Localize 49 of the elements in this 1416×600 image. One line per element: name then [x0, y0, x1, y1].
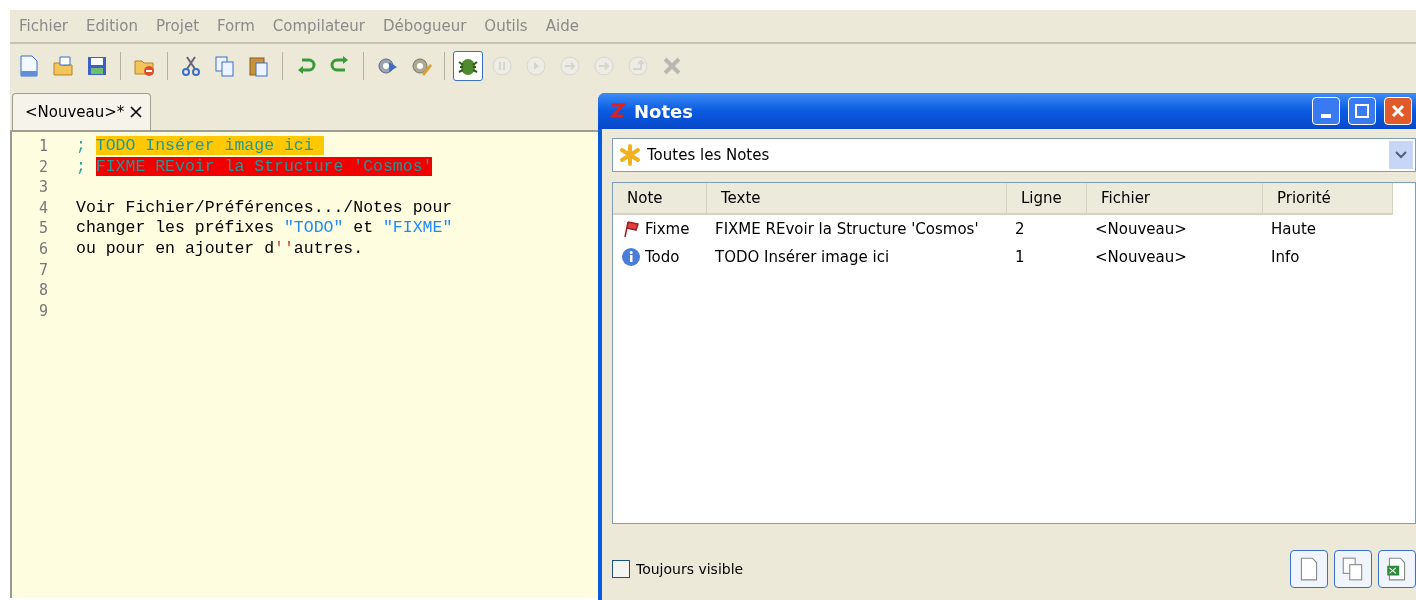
line-number: 7	[37, 259, 48, 281]
column-header[interactable]: Priorité	[1263, 183, 1393, 215]
line-number: 6	[37, 238, 48, 260]
caret-icon	[1395, 151, 1407, 159]
copy-button[interactable]	[1334, 549, 1372, 588]
column-header[interactable]: Ligne	[1007, 183, 1087, 215]
bug-icon[interactable]	[453, 51, 483, 81]
close-button[interactable]	[1384, 97, 1412, 125]
column-header[interactable]: Fichier	[1087, 183, 1263, 215]
table-cell-text: 1	[1014, 247, 1026, 268]
line-number: 4	[37, 197, 48, 219]
line-number: 3	[37, 177, 48, 198]
line-number: 9	[37, 300, 48, 322]
editor-tab[interactable]: <Nouveau>*	[12, 93, 152, 130]
table-cell: Todo	[645, 248, 680, 266]
checkbox[interactable]	[612, 559, 630, 578]
line-number: 2	[37, 156, 48, 178]
line-number: 5	[37, 218, 48, 239]
asterisk-icon	[619, 144, 641, 166]
column-header[interactable]: Texte	[707, 183, 1007, 215]
close-icon	[1391, 104, 1405, 118]
code-line: changer les préfixes "TODO" et "FIXME"	[76, 218, 453, 239]
table-cell-text: Haute	[1270, 219, 1318, 240]
new-button[interactable]	[1290, 549, 1328, 588]
table-cell-text: <Nouveau>	[1094, 219, 1188, 240]
table-cell-text: 2	[1014, 219, 1026, 240]
maximize-icon	[1355, 104, 1369, 118]
maximize-button[interactable]	[1348, 97, 1376, 125]
code-line: Voir Fichier/Préférences.../Notes pour	[76, 197, 453, 219]
table-cell-text: TODO Insérer image ici	[714, 247, 891, 268]
line-number: 1	[37, 136, 48, 157]
code-line: ou pour en ajouter d''autres.	[76, 238, 365, 260]
table-cell-text: <Nouveau>	[1094, 247, 1188, 268]
minimize-icon	[1321, 114, 1331, 118]
close-icon[interactable]	[130, 106, 143, 118]
flag-icon	[621, 219, 641, 239]
table-cell: Fixme	[645, 220, 690, 238]
table-cell-text: FIXME REvoir la Structure 'Cosmos'	[714, 219, 980, 240]
info-icon	[621, 247, 641, 267]
column-header[interactable]: Note	[613, 183, 707, 215]
minimize-button[interactable]	[1312, 97, 1340, 125]
line-number: 8	[37, 280, 48, 301]
checkbox-label[interactable]: Toujours visible	[636, 560, 744, 577]
app-logo-icon	[608, 102, 626, 120]
window-title: Notes	[634, 100, 694, 122]
filter-dropdown[interactable]: Toutes les Notes	[612, 138, 1416, 172]
table-cell-text: Info	[1270, 247, 1301, 268]
code-line: ; FIXME REvoir la Structure 'Cosmos'	[76, 156, 434, 178]
export-button[interactable]	[1378, 549, 1416, 588]
